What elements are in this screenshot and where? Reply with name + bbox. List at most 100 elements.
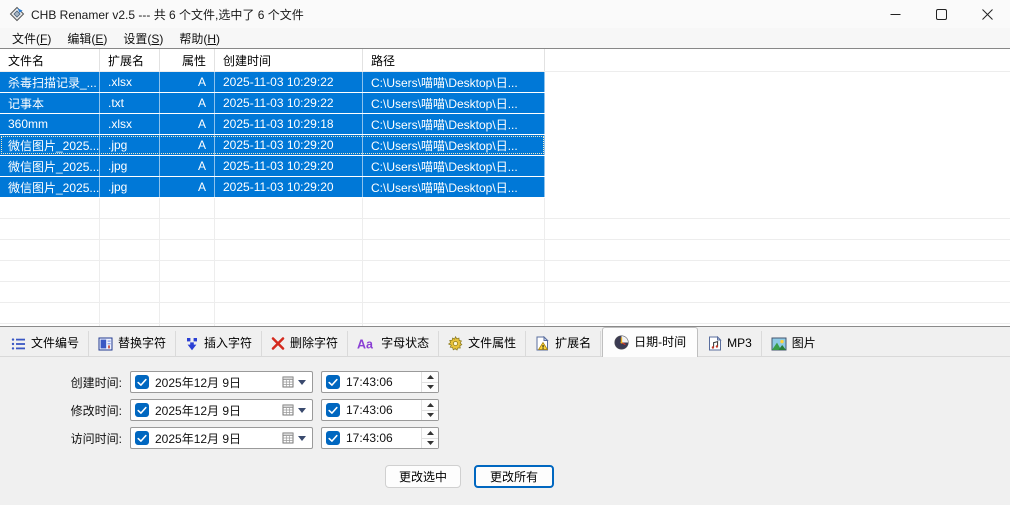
cell-filename <box>0 261 100 281</box>
spinner-up-button[interactable] <box>422 428 438 439</box>
spinner-down-button[interactable] <box>422 411 438 421</box>
cell-path: C:\Users\喵喵\Desktop\日... <box>363 72 545 92</box>
datetime-row-modified: 修改时间:2025年12月 9日17:43:06 <box>0 399 1010 421</box>
table-row[interactable]: 微信图片_2025....jpgA2025-11-03 10:29:20C:\U… <box>0 135 1010 156</box>
minimize-button[interactable] <box>872 0 918 28</box>
tab-insert-chars[interactable]: 插入字符 <box>176 331 262 356</box>
table-row[interactable] <box>0 261 1010 282</box>
time-picker-modified[interactable]: 17:43:06 <box>321 399 439 421</box>
cell-attribute <box>160 261 215 281</box>
cell-extension <box>100 198 160 218</box>
app-window: CHB Renamer v2.5 --- 共 6 个文件,选中了 6 个文件 文… <box>0 0 1010 505</box>
cell-filename <box>0 282 100 302</box>
menu-item-edit[interactable]: 编辑(E) <box>59 28 115 49</box>
cell-filename: 微信图片_2025... <box>0 177 100 197</box>
table-row[interactable] <box>0 219 1010 240</box>
cell-created <box>215 240 363 260</box>
menu-item-file[interactable]: 文件(F) <box>4 28 59 49</box>
column-header-path[interactable]: 路径 <box>363 49 545 71</box>
table-row[interactable]: 记事本.txtA2025-11-03 10:29:22C:\Users\喵喵\D… <box>0 93 1010 114</box>
datetime-row-created: 创建时间:2025年12月 9日 17:43:06 <box>0 371 1010 393</box>
table-row[interactable]: 360mm.xlsxA2025-11-03 10:29:18C:\Users\喵… <box>0 114 1010 135</box>
cell-attribute: A <box>160 156 215 176</box>
checkbox[interactable] <box>135 375 149 389</box>
datetime-row-label: 创建时间: <box>0 374 130 391</box>
cell-path <box>363 282 545 302</box>
spinner-up-button[interactable] <box>422 372 438 383</box>
column-header-extension[interactable]: 扩展名 <box>100 49 160 71</box>
clock-icon <box>614 335 629 350</box>
column-header-filename[interactable]: 文件名 <box>0 49 100 71</box>
caret-down-icon[interactable] <box>296 434 308 443</box>
checkbox[interactable] <box>135 431 149 445</box>
window-title: CHB Renamer v2.5 --- 共 6 个文件,选中了 6 个文件 <box>31 6 304 23</box>
time-picker-accessed[interactable]: 17:43:06 <box>321 427 439 449</box>
cell-path <box>363 198 545 218</box>
cell-path: C:\Users\喵喵\Desktop\日... <box>363 93 545 113</box>
checkbox[interactable] <box>135 403 149 417</box>
cell-attribute: A <box>160 114 215 134</box>
apply-all-button[interactable]: 更改所有 <box>474 465 554 488</box>
tab-replace-chars[interactable]: 替换字符 <box>89 331 176 356</box>
cell-filename <box>0 198 100 218</box>
tab-extension[interactable]: 扩展名 <box>526 331 601 356</box>
tab-delete-chars[interactable]: 删除字符 <box>262 331 348 356</box>
date-picker-created[interactable]: 2025年12月 9日 <box>130 371 313 393</box>
apply-selected-button[interactable]: 更改选中 <box>385 465 461 488</box>
checkbox[interactable] <box>326 375 340 389</box>
cell-extension: .txt <box>100 93 160 113</box>
calendar-icon <box>282 376 294 388</box>
table-row[interactable]: 微信图片_2025....jpgA2025-11-03 10:29:20C:\U… <box>0 177 1010 198</box>
calendar-icon <box>282 432 294 444</box>
cell-created: 2025-11-03 10:29:22 <box>215 72 363 92</box>
cell-attribute <box>160 303 215 323</box>
datetime-row-label: 访问时间: <box>0 430 130 447</box>
checkbox[interactable] <box>326 431 340 445</box>
table-row[interactable] <box>0 303 1010 324</box>
cell-created <box>215 219 363 239</box>
tab-mp3[interactable]: MP3 <box>699 331 762 356</box>
table-row[interactable]: 微信图片_2025....jpgA2025-11-03 10:29:20C:\U… <box>0 156 1010 177</box>
datetime-row-accessed: 访问时间:2025年12月 9日 17:43:06 <box>0 427 1010 449</box>
cell-created: 2025-11-03 10:29:22 <box>215 93 363 113</box>
table-row[interactable]: 杀毒扫描记录_....xlsxA2025-11-03 10:29:22C:\Us… <box>0 72 1010 93</box>
cell-attribute: A <box>160 72 215 92</box>
tab-label: 日期-时间 <box>634 333 686 350</box>
menu-item-settings[interactable]: 设置(S) <box>115 28 171 49</box>
datetime-panel: 创建时间:2025年12月 9日17:43:06修改时间:2025年12月 9日… <box>0 357 1010 505</box>
cell-path <box>363 240 545 260</box>
tab-date-time[interactable]: 日期-时间 <box>602 327 698 357</box>
checkbox[interactable] <box>326 403 340 417</box>
page-warning-icon <box>535 336 550 351</box>
spinner-up-button[interactable] <box>422 400 438 411</box>
time-picker-created[interactable]: 17:43:06 <box>321 371 439 393</box>
row-filler <box>545 93 1010 113</box>
tab-letter-case[interactable]: Aa字母状态 <box>348 331 439 356</box>
row-filler <box>545 303 1010 323</box>
close-button[interactable] <box>964 0 1010 28</box>
menu-item-help[interactable]: 帮助(H) <box>171 28 228 49</box>
column-header-attribute[interactable]: 属性 <box>160 49 215 71</box>
caret-down-icon[interactable] <box>296 378 308 387</box>
column-header-created[interactable]: 创建时间 <box>215 49 363 71</box>
tab-file-attrs[interactable]: 文件属性 <box>439 331 526 356</box>
table-row[interactable] <box>0 198 1010 219</box>
cell-path: C:\Users\喵喵\Desktop\日... <box>363 135 545 155</box>
tab-file-number[interactable]: 文件编号 <box>2 331 89 356</box>
maximize-button[interactable] <box>918 0 964 28</box>
spinner-down-button[interactable] <box>422 439 438 449</box>
cell-created: 2025-11-03 10:29:20 <box>215 177 363 197</box>
tab-image[interactable]: 图片 <box>762 331 825 356</box>
date-picker-modified[interactable]: 2025年12月 9日 <box>130 399 313 421</box>
date-picker-accessed[interactable]: 2025年12月 9日 <box>130 427 313 449</box>
list-body: 杀毒扫描记录_....xlsxA2025-11-03 10:29:22C:\Us… <box>0 72 1010 327</box>
cell-extension <box>100 261 160 281</box>
table-row[interactable] <box>0 282 1010 303</box>
spinner-down-button[interactable] <box>422 383 438 393</box>
cell-extension: .xlsx <box>100 114 160 134</box>
row-filler <box>545 261 1010 281</box>
table-row[interactable] <box>0 240 1010 261</box>
caret-down-icon[interactable] <box>296 406 308 415</box>
picture-icon <box>771 337 787 351</box>
cell-created <box>215 303 363 323</box>
